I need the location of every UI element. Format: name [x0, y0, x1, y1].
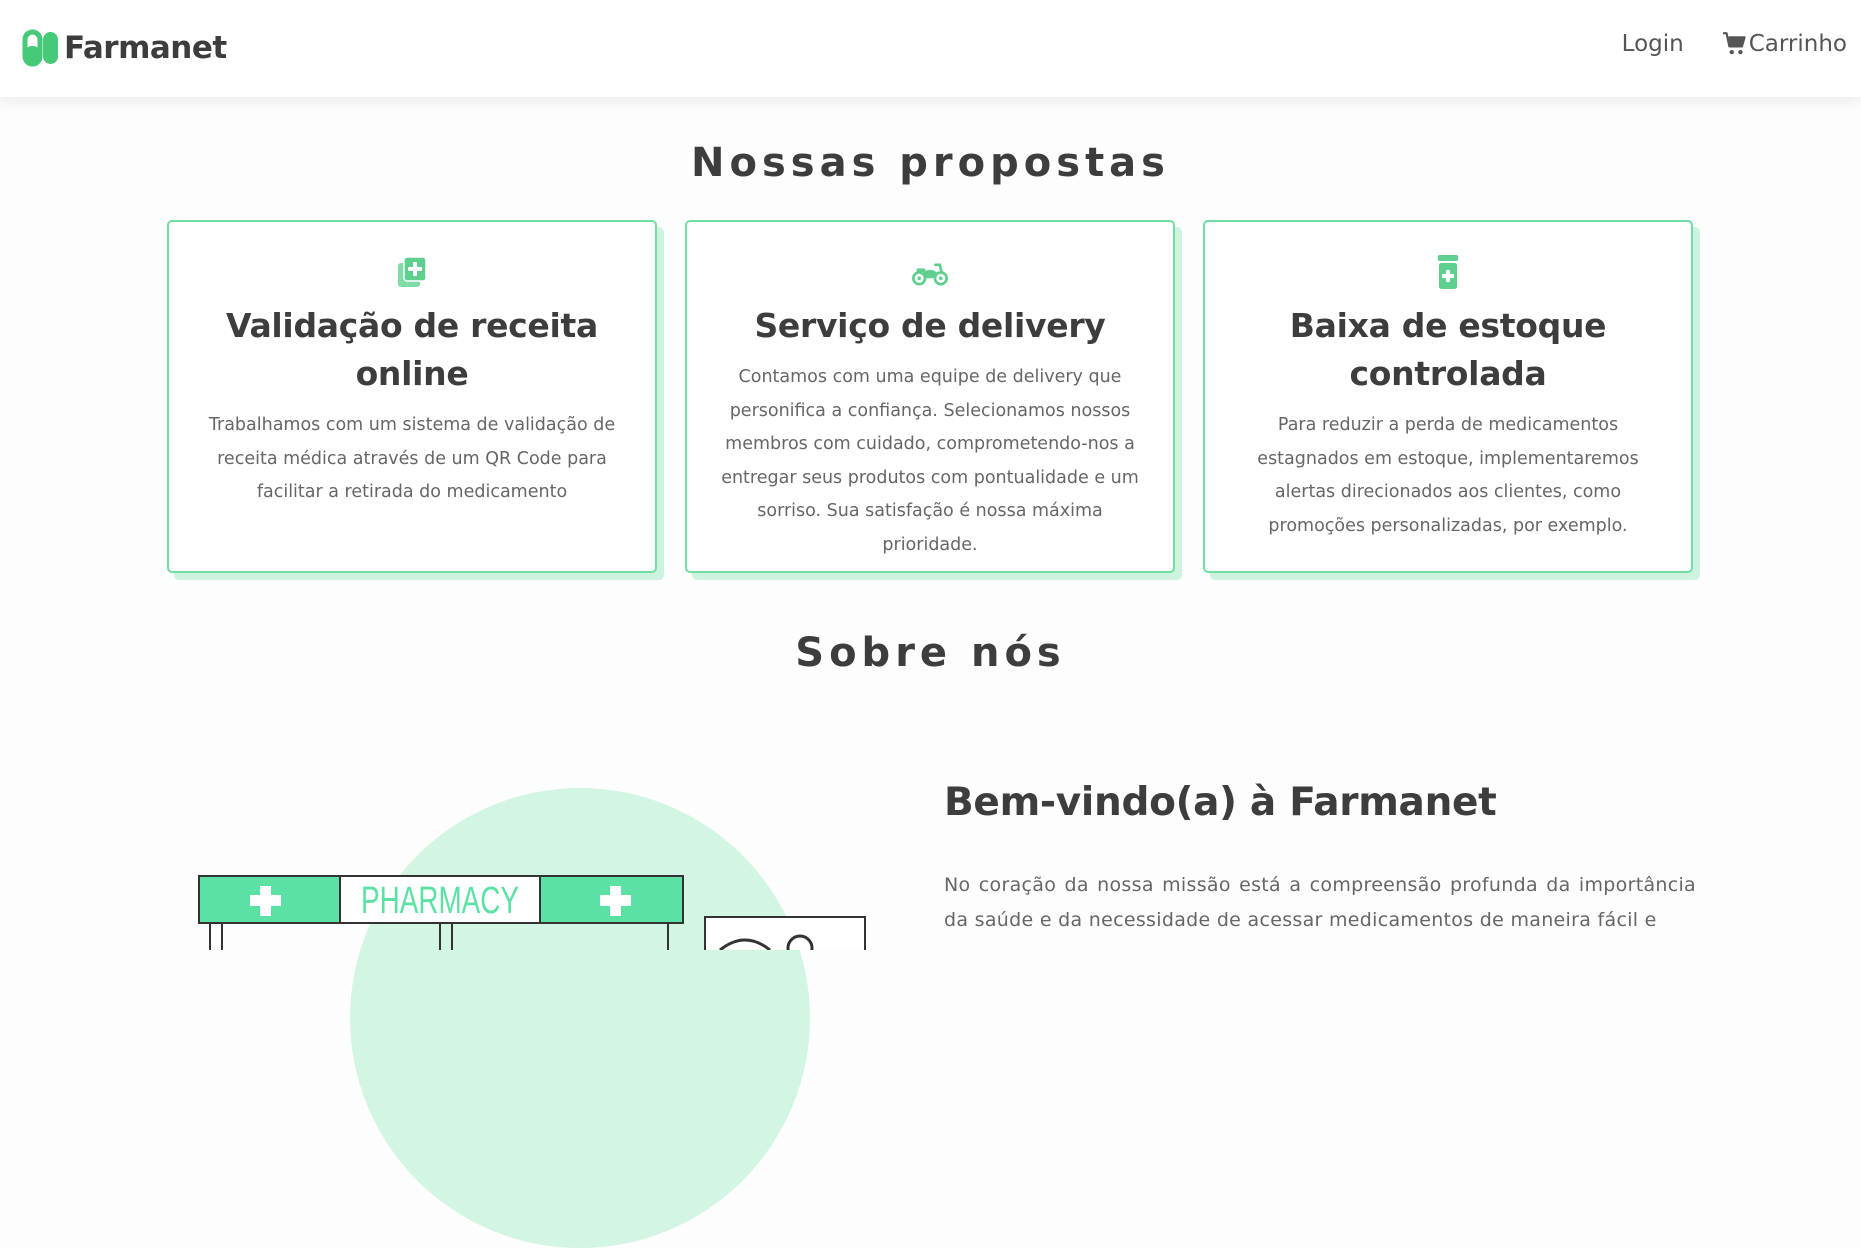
- pharmacy-illustration: PHARMACY: [198, 875, 866, 950]
- card-stock-control: Baixa de estoque controlada Para reduzir…: [1203, 220, 1693, 573]
- cart-icon: [1722, 32, 1746, 55]
- cart-label: Carrinho: [1748, 31, 1847, 57]
- welcome-text: No coração da nossa missão está a compre…: [944, 874, 1696, 931]
- navbar: Farmanet Login Carrinho: [0, 0, 1861, 97]
- motorcycle-icon: [912, 263, 948, 286]
- nav-links: Login Carrinho: [1584, 31, 1847, 57]
- proposals-title: Nossas propostas: [691, 140, 1170, 186]
- card-desc: Para reduzir a perda de medicamentos est…: [1257, 415, 1639, 536]
- card-title: Baixa de estoque controlada: [1289, 306, 1607, 393]
- pharmacy-sign-text: PHARMACY: [361, 880, 519, 922]
- card-desc: Contamos com uma equipe de delivery que …: [721, 367, 1139, 555]
- brand-name: Farmanet: [64, 30, 227, 66]
- about-title: Sobre nós: [795, 630, 1066, 676]
- card-delivery: Serviço de delivery Contamos com uma equ…: [685, 220, 1175, 573]
- card-title: Serviço de delivery: [754, 306, 1106, 345]
- pill-logo-icon: [22, 29, 58, 67]
- welcome-title: Bem-vindo(a) à Farmanet: [944, 780, 1497, 825]
- prescription-plus-icon: [398, 256, 427, 287]
- brand-link[interactable]: Farmanet: [22, 28, 227, 68]
- card-desc: Trabalhamos com um sistema de validação …: [208, 415, 616, 502]
- card-prescription-validation: Validação de receita online Trabalhamos …: [167, 220, 657, 573]
- cart-link[interactable]: Carrinho: [1722, 31, 1847, 57]
- decorative-blob: [350, 788, 810, 1248]
- card-title: Validação de receita online: [226, 306, 598, 393]
- pill-bottle-icon: [1438, 255, 1458, 289]
- proposal-cards: Validação de receita online Trabalhamos …: [167, 220, 1695, 575]
- login-link[interactable]: Login: [1622, 31, 1684, 57]
